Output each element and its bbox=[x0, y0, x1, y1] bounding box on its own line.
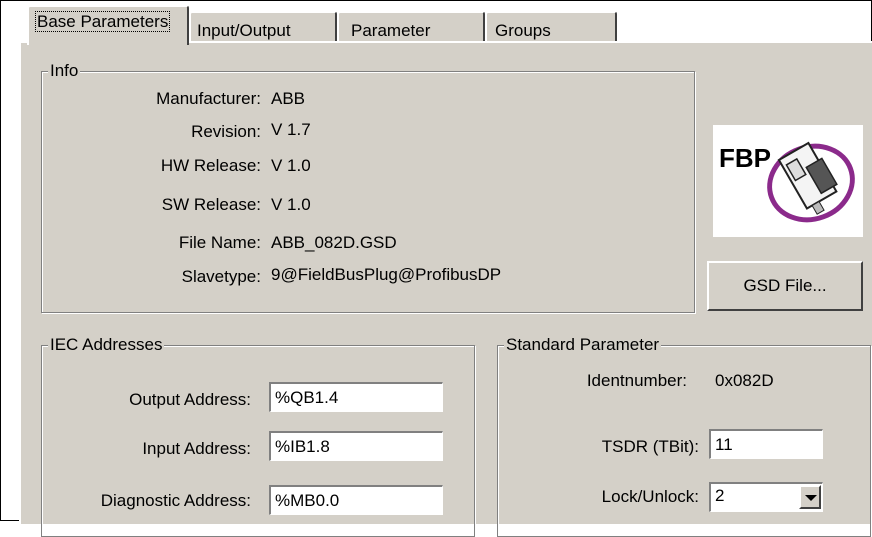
tsdr-field[interactable] bbox=[709, 429, 823, 459]
logo-text: FBP bbox=[719, 143, 771, 173]
tab-groups-label: Groups bbox=[495, 21, 551, 40]
lock-unlock-label: Lock/Unlock: bbox=[601, 487, 699, 506]
output-address-field[interactable] bbox=[269, 382, 443, 412]
slavetype-value: 9@FieldBusPlug@ProfibusDP bbox=[271, 265, 502, 284]
slavetype-label: Slavetype: bbox=[181, 267, 261, 286]
file-name-value: ABB_082D.GSD bbox=[271, 233, 397, 252]
output-address-label: Output Address: bbox=[129, 390, 251, 409]
manufacturer-value: ABB bbox=[271, 89, 306, 108]
diagnostic-address-label: Diagnostic Address: bbox=[100, 491, 251, 510]
manufacturer-label: Manufacturer: bbox=[156, 89, 261, 108]
standard-parameter-legend: Standard Parameter bbox=[504, 335, 662, 355]
tab-input-output-label: Input/Output bbox=[197, 21, 291, 40]
tab-groups[interactable]: Groups bbox=[485, 11, 617, 45]
tab-base-parameters[interactable]: Base Parameters bbox=[27, 5, 189, 45]
identnumber-value: 0x082D bbox=[715, 371, 774, 390]
tab-input-output[interactable]: Input/Output bbox=[189, 11, 337, 45]
revision-label: Revision: bbox=[191, 122, 261, 141]
tab-parameter[interactable]: Parameter bbox=[337, 11, 485, 45]
revision-value: V 1.7 bbox=[271, 120, 311, 139]
dialog-window: Base Parameters Input/Output Parameter G… bbox=[0, 0, 872, 537]
hw-release-value: V 1.0 bbox=[271, 156, 311, 175]
input-address-field[interactable] bbox=[269, 431, 443, 461]
fieldbusplug-logo-icon: FBP bbox=[713, 125, 863, 237]
lock-unlock-value: 2 bbox=[715, 486, 725, 505]
gsd-file-button[interactable]: GSD File... bbox=[707, 261, 863, 311]
input-address-label: Input Address: bbox=[142, 439, 251, 458]
lock-unlock-select[interactable]: 2 bbox=[709, 482, 823, 512]
sw-release-label: SW Release: bbox=[161, 195, 261, 214]
chevron-down-icon[interactable] bbox=[799, 485, 821, 509]
tab-parameter-label: Parameter bbox=[351, 21, 431, 40]
tsdr-label: TSDR (TBit): bbox=[601, 437, 699, 456]
tab-base-parameters-label: Base Parameters bbox=[35, 11, 171, 32]
identnumber-label: Identnumber: bbox=[586, 371, 687, 390]
diagnostic-address-field[interactable] bbox=[269, 485, 443, 515]
iec-addresses-legend: IEC Addresses bbox=[48, 335, 165, 355]
sw-release-value: V 1.0 bbox=[271, 195, 311, 214]
hw-release-label: HW Release: bbox=[160, 156, 261, 175]
info-legend: Info bbox=[48, 61, 81, 81]
file-name-label: File Name: bbox=[178, 233, 261, 252]
